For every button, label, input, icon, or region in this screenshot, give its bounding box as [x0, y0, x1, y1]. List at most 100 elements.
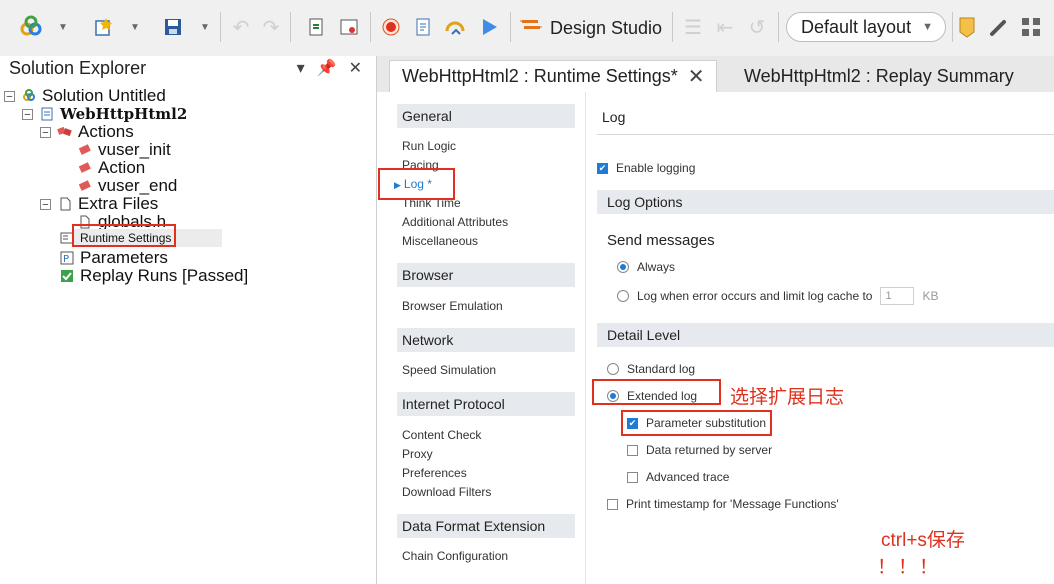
- chevron-down-icon: ▼: [922, 21, 933, 33]
- nav-category-network[interactable]: Network: [397, 328, 575, 352]
- tree-label: Parameters: [80, 248, 168, 267]
- record-icon[interactable]: [378, 14, 404, 40]
- replay-step-icon[interactable]: [442, 14, 468, 40]
- tab-label: WebHttpHtml2 : Runtime Settings*: [402, 66, 678, 86]
- advanced-trace-checkbox[interactable]: Advanced trace: [627, 470, 729, 484]
- nav-item-content-check[interactable]: Content Check: [402, 428, 481, 442]
- tree-label: vuser_end: [98, 176, 178, 195]
- solution-explorer-title: Solution Explorer: [9, 58, 147, 78]
- tree-item-vuser-end[interactable]: vuser_end: [76, 176, 178, 195]
- action-icon: [76, 144, 94, 156]
- radio-icon: [617, 290, 629, 302]
- radio-icon: [617, 261, 629, 273]
- nav-category-data-format-extension[interactable]: Data Format Extension: [397, 514, 575, 538]
- dropdown-icon[interactable]: ▾: [297, 58, 305, 78]
- undo-icon[interactable]: ↶: [228, 14, 254, 40]
- tree-label: Extra Files: [78, 194, 159, 213]
- tree-item-replay-runs[interactable]: Replay Runs [Passed]: [58, 266, 249, 285]
- close-icon[interactable]: ✕: [688, 64, 705, 89]
- nav-item-chain-configuration[interactable]: Chain Configuration: [402, 549, 508, 563]
- action-icon: [76, 180, 94, 192]
- nav-item-proxy[interactable]: Proxy: [402, 447, 433, 461]
- collapse-icon[interactable]: −: [40, 126, 51, 138]
- panel-divider: [585, 92, 586, 584]
- tree-item-script[interactable]: − WebHttpHtml2: [22, 105, 187, 123]
- tree-label: Replay Runs [Passed]: [80, 266, 249, 285]
- brush-icon[interactable]: [986, 14, 1012, 40]
- files-icon: [56, 197, 74, 211]
- play-icon[interactable]: [476, 14, 502, 40]
- action-icon: [76, 162, 94, 174]
- runtime-settings-icon[interactable]: [336, 14, 362, 40]
- annotation-select-extended: 选择扩展日志: [730, 387, 845, 408]
- log-options-header: Log Options: [597, 190, 1054, 214]
- nav-item-download-filters[interactable]: Download Filters: [402, 485, 491, 499]
- nav-item-run-logic[interactable]: Run Logic: [402, 139, 456, 153]
- design-studio-button[interactable]: Design Studio: [520, 14, 662, 42]
- highlight-box: [592, 379, 721, 405]
- toolbar-separator: [510, 12, 511, 42]
- network-icon[interactable]: [1018, 14, 1044, 40]
- rewind-icon[interactable]: ↺: [744, 14, 770, 40]
- option-label: Data returned by server: [646, 443, 773, 457]
- tree-label: Actions: [78, 122, 134, 141]
- nav-item-miscellaneous[interactable]: Miscellaneous: [402, 234, 478, 248]
- nav-category-general[interactable]: General: [397, 104, 575, 128]
- tree-item-vuser-init[interactable]: vuser_init: [76, 140, 171, 159]
- standard-log-radio[interactable]: Standard log: [607, 362, 695, 376]
- nav-category-internet-protocol[interactable]: Internet Protocol: [397, 392, 575, 416]
- tree-label: Solution Untitled: [42, 86, 166, 105]
- cache-size-input[interactable]: [880, 287, 915, 305]
- chevron-down-icon[interactable]: ▼: [58, 22, 68, 33]
- always-radio[interactable]: Always: [617, 260, 675, 274]
- tab-replay-summary[interactable]: WebHttpHtml2 : Replay Summary: [732, 60, 1054, 92]
- toolbar-separator: [952, 12, 953, 42]
- save-icon[interactable]: [160, 14, 186, 40]
- pin-icon[interactable]: 📌: [317, 58, 337, 78]
- toolbar-separator: [290, 12, 291, 42]
- solution-icon: [20, 89, 38, 103]
- chevron-down-icon[interactable]: ▼: [130, 22, 140, 33]
- tab-runtime-settings[interactable]: WebHttpHtml2 : Runtime Settings* ✕: [389, 60, 717, 92]
- list-icon[interactable]: ☰: [680, 14, 706, 40]
- collapse-icon[interactable]: −: [40, 198, 51, 210]
- nav-item-preferences[interactable]: Preferences: [402, 466, 467, 480]
- option-label: Advanced trace: [646, 470, 730, 484]
- tab-label: WebHttpHtml2 : Replay Summary: [744, 65, 1014, 86]
- tree-item-actions[interactable]: − Actions: [40, 122, 134, 141]
- nav-item-additional-attributes[interactable]: Additional Attributes: [402, 215, 508, 229]
- layout-select[interactable]: Default layout ▼: [786, 12, 946, 42]
- annotation-exclaim: ！！！: [877, 557, 941, 578]
- checkbox-icon: ✔: [597, 162, 608, 174]
- collapse-icon[interactable]: −: [22, 108, 33, 120]
- badge-icon[interactable]: [954, 14, 980, 40]
- layout-select-value: Default layout: [801, 16, 912, 37]
- close-icon[interactable]: ✕: [349, 58, 362, 78]
- nav-item-speed-simulation[interactable]: Speed Simulation: [402, 363, 496, 377]
- new-script-icon[interactable]: [90, 14, 116, 40]
- log-when-error-radio[interactable]: Log when error occurs and limit log cach…: [617, 287, 938, 305]
- checkbox-icon: [627, 444, 638, 456]
- editor-tabs: WebHttpHtml2 : Runtime Settings* ✕ WebHt…: [377, 56, 1054, 92]
- print-timestamp-checkbox[interactable]: Print timestamp for 'Message Functions': [607, 497, 839, 511]
- svg-text:P: P: [63, 254, 69, 265]
- tree-item-solution[interactable]: − Solution Untitled: [4, 86, 166, 105]
- data-returned-checkbox[interactable]: Data returned by server: [627, 443, 772, 457]
- tree-label: WebHttpHtml2: [60, 105, 188, 123]
- tree-item-extra-files[interactable]: − Extra Files: [40, 194, 159, 213]
- compile-icon[interactable]: [304, 14, 330, 40]
- tree-item-parameters[interactable]: P Parameters: [58, 248, 168, 267]
- redo-icon[interactable]: ↷: [258, 14, 284, 40]
- toolbar-separator: [370, 12, 371, 42]
- chevron-down-icon[interactable]: ▼: [200, 22, 210, 33]
- tree-item-action[interactable]: Action: [76, 158, 145, 177]
- nav-category-browser[interactable]: Browser: [397, 263, 575, 287]
- nav-item-browser-emulation[interactable]: Browser Emulation: [402, 299, 503, 313]
- enable-logging-checkbox[interactable]: ✔ Enable logging: [597, 161, 695, 175]
- toolbar-separator: [672, 12, 673, 42]
- collapse-icon[interactable]: −: [4, 90, 15, 102]
- tree-label: vuser_init: [98, 140, 171, 159]
- script-view-icon[interactable]: [410, 14, 436, 40]
- step-icon[interactable]: ⇤: [712, 14, 738, 40]
- app-logo-icon[interactable]: [18, 14, 44, 40]
